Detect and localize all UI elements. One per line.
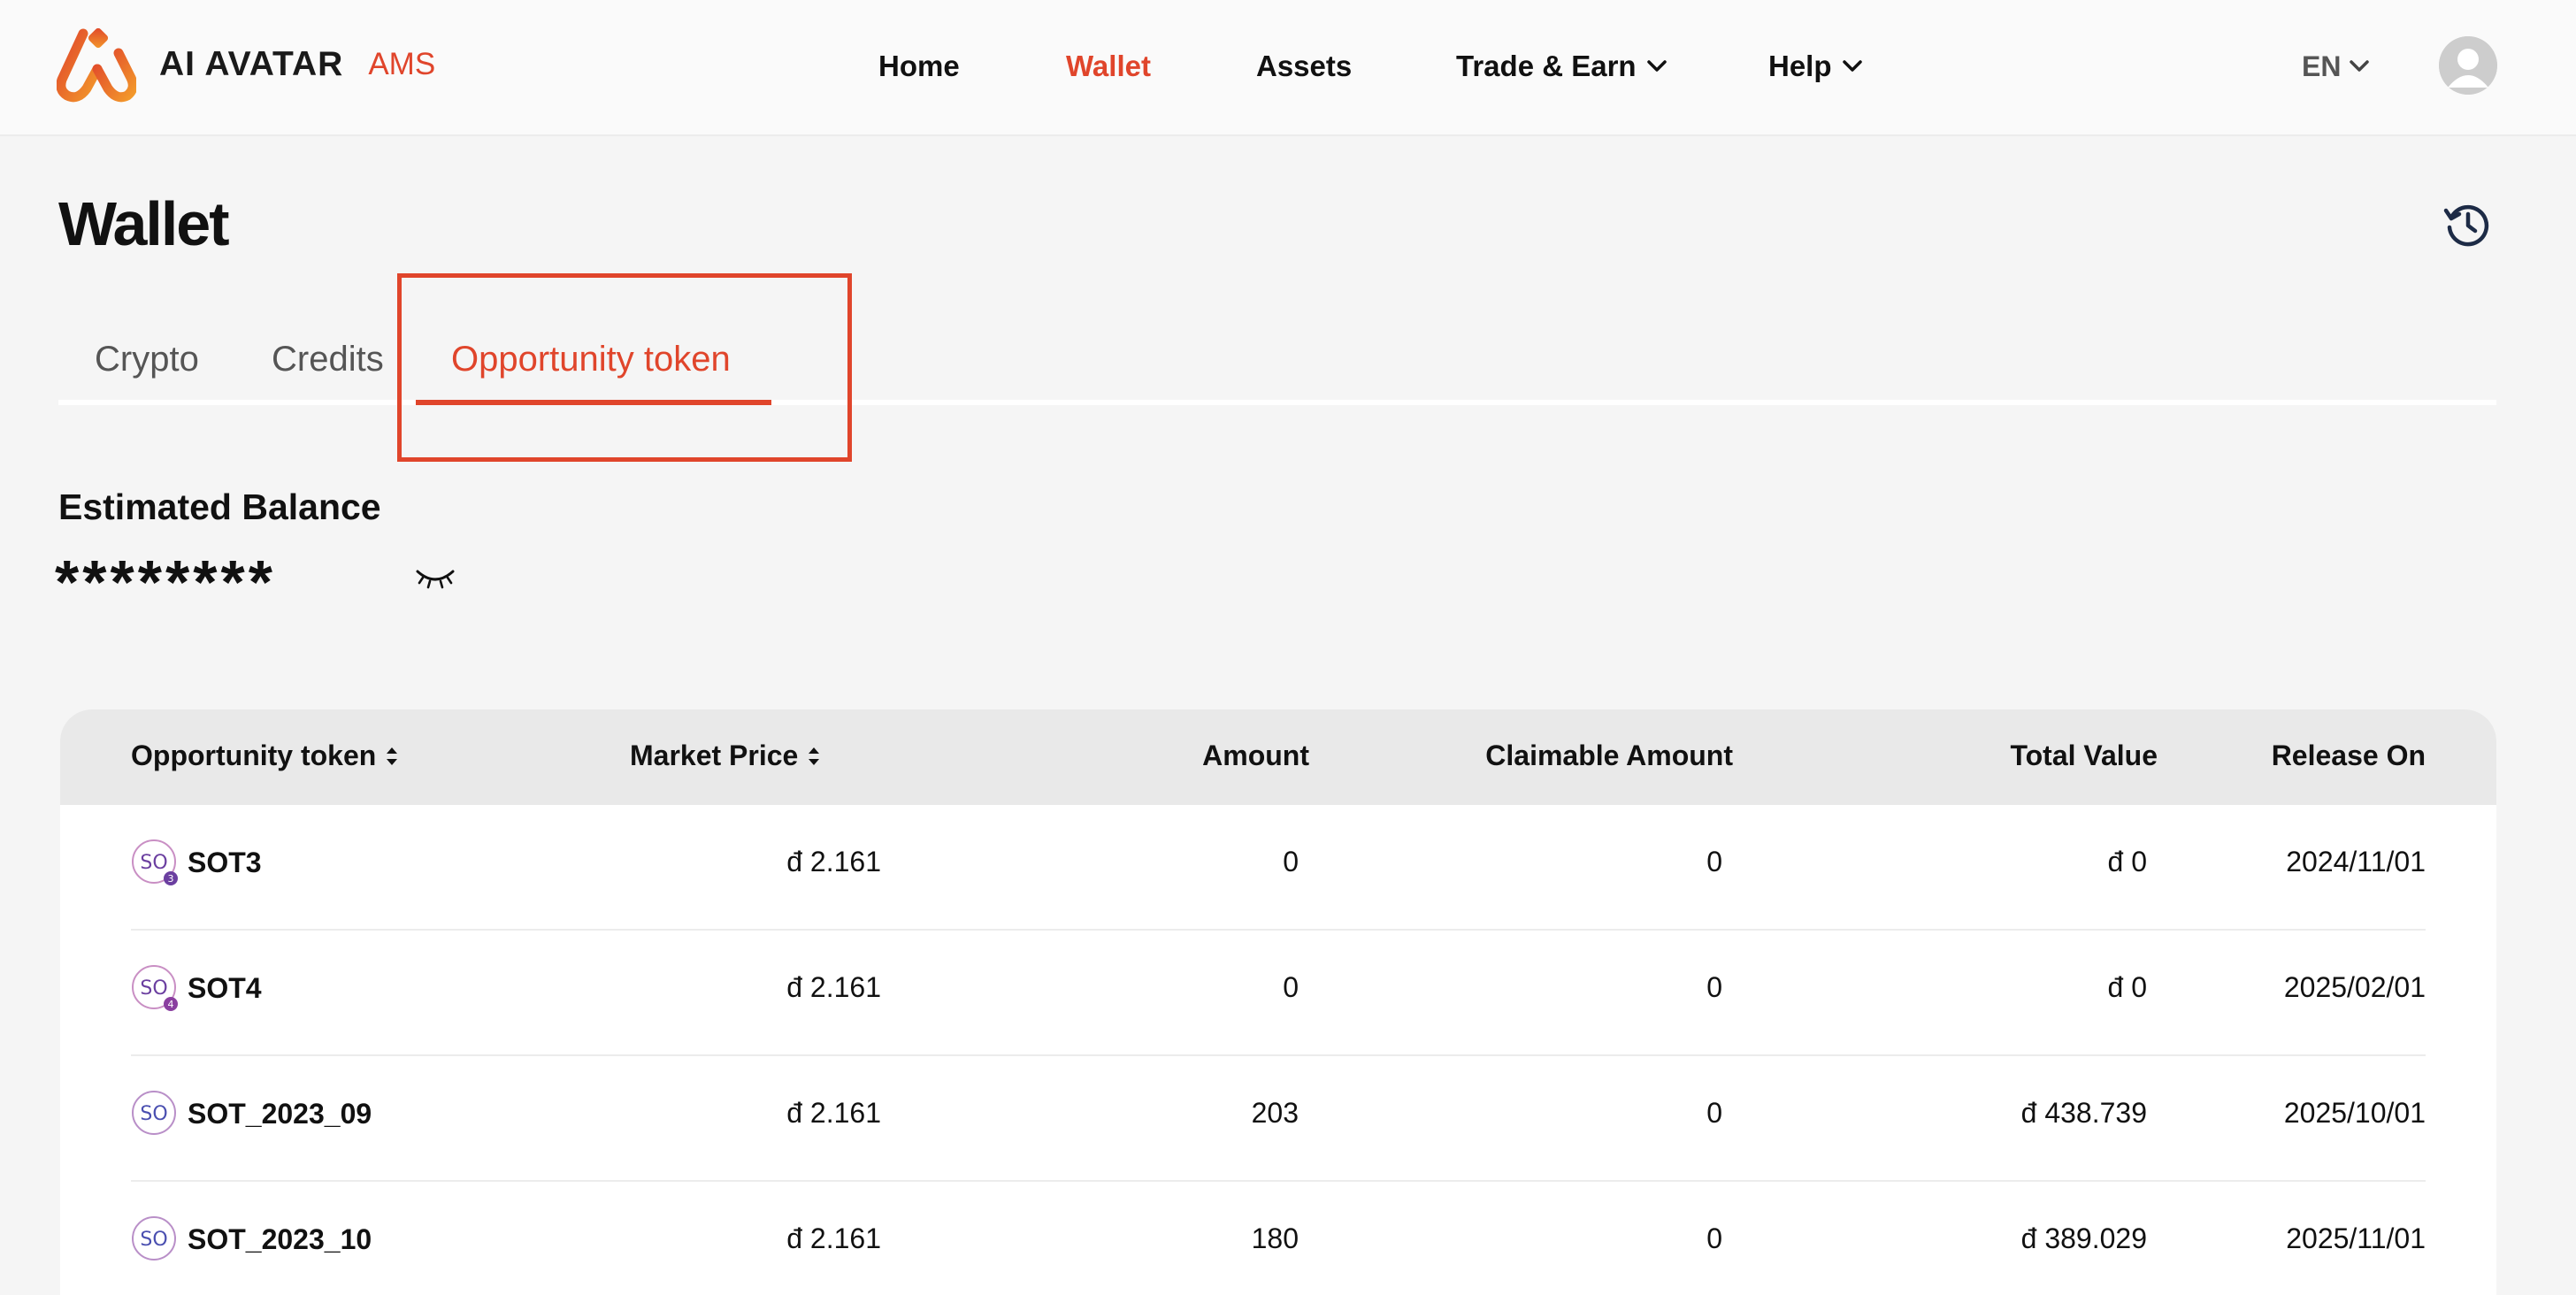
eye-closed-icon[interactable] [414,566,456,593]
svg-text:SO: SO [140,1229,167,1251]
nav-trade-earn[interactable]: Trade & Earn [1456,44,1667,88]
token-name: SOT4 [188,971,262,1004]
token-cell: SO SOT_2023_09 [131,1090,372,1138]
table-row[interactable]: SO 3 SOT3 đ 2.161 0 0 đ 0 2024/11/01 [131,805,2426,931]
market-price: đ 2.161 [786,971,881,1003]
table-row[interactable]: SO SOT_2023_10 đ 2.161 180 0 đ 389.029 2… [131,1182,2426,1295]
market-price: đ 2.161 [786,846,881,877]
sot-token-icon: SO 3 [132,839,178,885]
tab-credits[interactable]: Credits [272,340,384,379]
total-value: đ 438.739 [2020,1097,2147,1129]
header-claimable-amount: Claimable Amount [1485,739,1733,771]
release-date: 2024/11/01 [2286,846,2426,877]
top-navbar: AI AVATAR AMS Home Wallet Assets Trade &… [0,0,2576,136]
language-label: EN [2302,50,2342,82]
table-header: Opportunity token Market Price Amount Cl… [60,709,2496,805]
market-price: đ 2.161 [786,1097,881,1129]
total-value: đ 0 [2107,971,2147,1003]
release-date: 2025/10/01 [2283,1097,2426,1129]
nav-help-label: Help [1768,50,1832,82]
sot-token-icon: SO [132,1216,176,1261]
svg-text:4: 4 [168,999,174,1010]
header-opportunity-token[interactable]: Opportunity token [131,739,399,772]
table-row[interactable]: SO 4 SOT4 đ 2.161 0 0 đ 0 2025/02/01 [131,931,2426,1056]
sort-icon [387,747,398,765]
token-name: SOT3 [188,846,262,878]
claimable-amount: 0 [1706,846,1722,877]
highlight-box [397,273,852,462]
market-price: đ 2.161 [786,1222,881,1254]
brand-name: AI AVATAR [159,45,344,83]
nav-assets[interactable]: Assets [1256,44,1352,88]
history-button[interactable] [2442,198,2495,251]
header-total-value: Total Value [2010,739,2158,771]
history-icon [2443,204,2489,247]
logo-icon [57,27,136,103]
table-row[interactable]: SO SOT_2023_09 đ 2.161 203 0 đ 438.739 2… [131,1056,2426,1182]
token-name: SOT_2023_09 [188,1097,372,1130]
estimated-balance-value: ******** [55,548,276,617]
release-date: 2025/02/01 [2283,971,2426,1003]
amount: 0 [1283,846,1299,877]
nav-trade-earn-label: Trade & Earn [1456,50,1637,82]
header-market-price[interactable]: Market Price [630,739,821,772]
brand-sub: AMS [368,47,436,81]
chevron-down-icon [1646,60,1667,72]
header-amount: Amount [1202,739,1309,771]
user-icon [2439,36,2497,95]
language-selector[interactable]: EN [2302,44,2370,88]
amount: 0 [1283,971,1299,1003]
token-cell: SO SOT_2023_10 [131,1215,372,1263]
svg-text:SO: SO [140,977,167,1000]
sort-icon [809,747,820,765]
header-price-label: Market Price [630,739,799,771]
claimable-amount: 0 [1706,1097,1722,1129]
page-title: Wallet [58,189,230,258]
brand-logo[interactable]: AI AVATAR AMS [57,27,435,103]
nav-home[interactable]: Home [878,44,960,88]
chevron-down-icon [2350,60,2370,72]
token-cell: SO 3 SOT3 [131,839,262,886]
token-name: SOT_2023_10 [188,1222,372,1255]
sot-token-icon: SO 4 [132,965,178,1011]
total-value: đ 389.029 [2020,1222,2147,1254]
estimated-balance-label: Estimated Balance [58,487,381,527]
user-avatar[interactable] [2439,36,2497,95]
svg-text:3: 3 [168,873,174,885]
release-date: 2025/11/01 [2286,1222,2426,1254]
opportunity-token-table: Opportunity token Market Price Amount Cl… [60,709,2496,1295]
svg-text:SO: SO [140,852,167,874]
claimable-amount: 0 [1706,971,1722,1003]
svg-text:SO: SO [140,1103,167,1125]
header-token-label: Opportunity token [131,739,377,771]
tab-crypto[interactable]: Crypto [95,340,199,379]
claimable-amount: 0 [1706,1222,1722,1254]
amount: 203 [1251,1097,1299,1129]
nav-wallet[interactable]: Wallet [1066,44,1151,88]
token-cell: SO 4 SOT4 [131,964,262,1012]
sot-token-icon: SO [132,1091,176,1135]
nav-help[interactable]: Help [1768,44,1862,88]
chevron-down-icon [1842,60,1862,72]
header-release-on: Release On [2271,739,2426,771]
total-value: đ 0 [2107,846,2147,877]
amount: 180 [1251,1222,1299,1254]
